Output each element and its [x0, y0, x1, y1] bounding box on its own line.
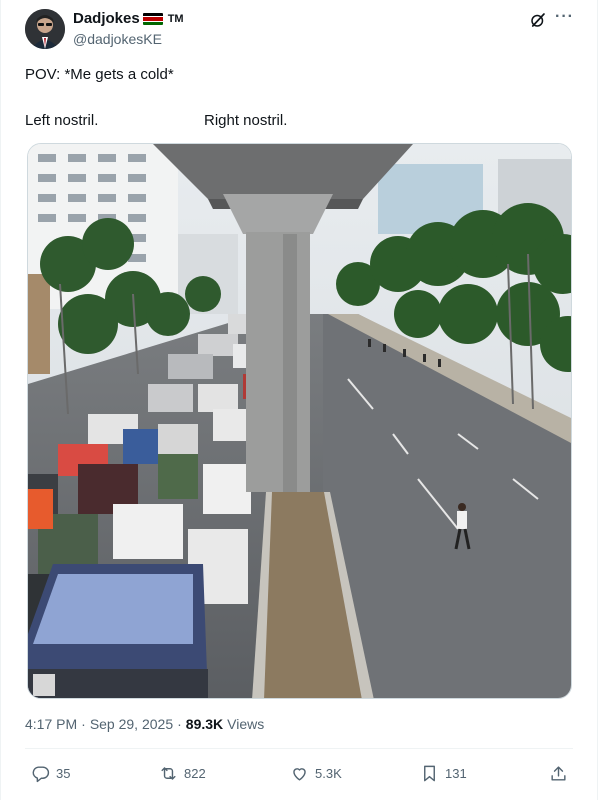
avatar-image — [25, 9, 65, 49]
tweet-card: Dadjokes TM @dadjokesKE ··· POV: *Me get… — [0, 0, 598, 800]
like-button[interactable]: 5.3K — [290, 764, 342, 783]
reply-count: 35 — [56, 766, 71, 781]
share-icon — [551, 766, 566, 781]
bookmark-icon — [424, 765, 435, 782]
flag-stripe — [142, 21, 163, 25]
like-count: 5.3K — [315, 766, 342, 781]
author-name-row[interactable]: Dadjokes TM — [73, 10, 184, 27]
share-button[interactable] — [549, 764, 568, 783]
tweet-photo[interactable] — [27, 143, 572, 699]
heart-icon — [293, 768, 306, 781]
bookmark-button[interactable]: 131 — [420, 764, 467, 783]
left-nostril-label: Left nostril. — [25, 112, 99, 129]
more-icon[interactable]: ··· — [555, 8, 574, 26]
repost-count: 822 — [184, 766, 206, 781]
author-handle[interactable]: @dadjokesKE — [73, 31, 162, 47]
avatar[interactable] — [25, 9, 65, 49]
repost-icon — [161, 767, 176, 780]
meta-separator: · — [81, 716, 86, 732]
kenya-flag-icon — [142, 12, 163, 25]
author-name[interactable]: Dadjokes — [73, 10, 140, 27]
meta-separator: · — [177, 716, 182, 732]
reply-icon — [32, 766, 50, 783]
tweet-meta: 4:17 PM · Sep 29, 2025 · 89.3K Views — [25, 716, 264, 732]
tweet-time[interactable]: 4:17 PM — [25, 716, 77, 732]
views-label: Views — [227, 716, 265, 732]
grok-icon[interactable] — [529, 11, 547, 29]
tweet-text: POV: *Me gets a cold* — [25, 66, 174, 83]
divider — [25, 748, 573, 749]
views-count: 89.3K — [185, 716, 224, 732]
reply-button[interactable]: 35 — [31, 764, 70, 783]
right-nostril-label: Right nostril. — [204, 112, 288, 129]
tweet-date[interactable]: Sep 29, 2025 — [90, 716, 173, 732]
traffic-photo — [28, 144, 571, 698]
trademark-label: TM — [167, 12, 184, 25]
bookmark-count: 131 — [445, 766, 467, 781]
repost-button[interactable]: 822 — [159, 764, 206, 783]
